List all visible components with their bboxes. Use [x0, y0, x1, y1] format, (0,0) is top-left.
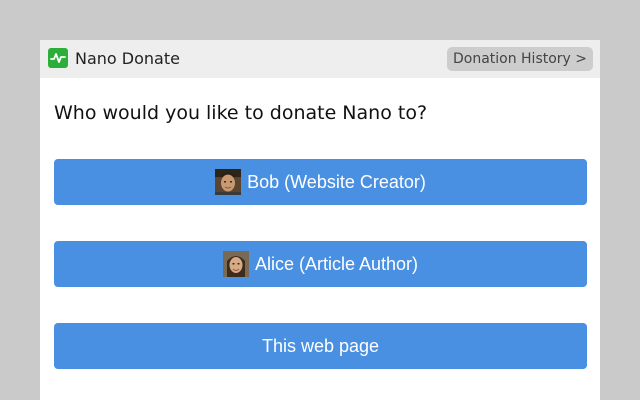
app-title: Nano Donate — [75, 49, 180, 68]
donate-web-page-button[interactable]: This web page — [54, 323, 587, 369]
donate-prompt: Who would you like to donate Nano to? — [54, 102, 428, 124]
popup-header: Nano Donate Donation History > — [40, 40, 600, 78]
alice-avatar — [222, 251, 249, 277]
donate-bob-label: Bob (Website Creator) — [247, 171, 426, 192]
extension-popup: Nano Donate Donation History > Who would… — [40, 40, 600, 400]
donate-bob-button[interactable]: Bob (Website Creator) — [54, 159, 587, 205]
bob-avatar — [215, 169, 242, 195]
donate-web-page-label: This web page — [261, 335, 380, 356]
donation-history-button[interactable]: Donation History > — [447, 47, 593, 71]
donate-alice-label: Alice (Article Author) — [254, 253, 419, 274]
donate-alice-button[interactable]: Alice (Article Author) — [54, 241, 587, 287]
nano-logo-icon — [48, 48, 68, 68]
